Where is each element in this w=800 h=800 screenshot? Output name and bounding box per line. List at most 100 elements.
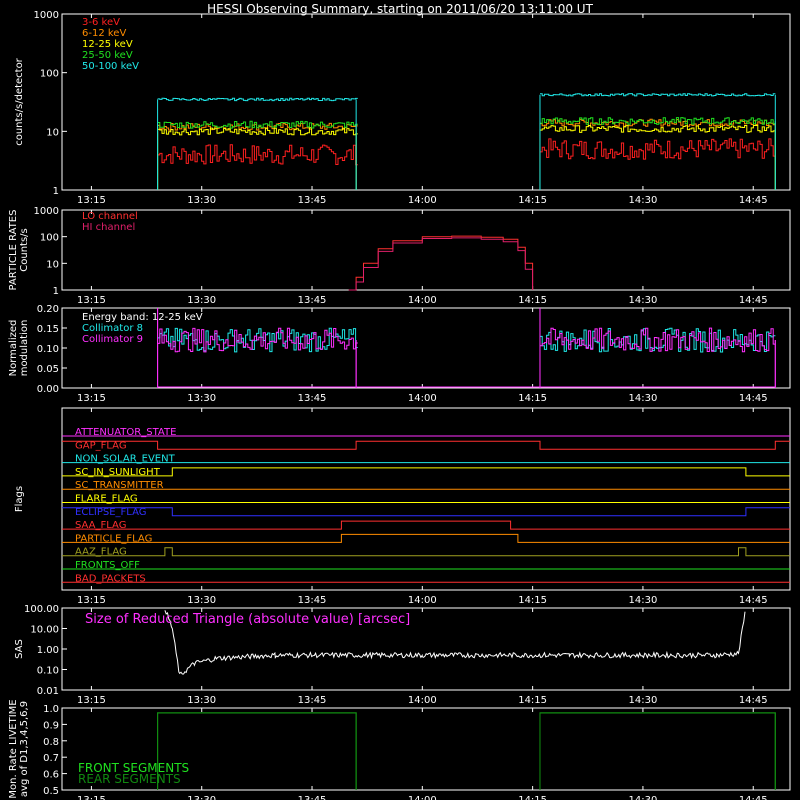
flag-label: GAP_FLAG	[75, 440, 127, 451]
flag-label: ECLIPSE_FLAG	[75, 507, 146, 518]
y-tick-label: 100	[40, 233, 59, 244]
panel-sas: 13:15 13:30 13:45 14:00 14:15 14:30 14:45 0.01 0…	[14, 604, 791, 706]
legend-entry: 6-12 keV	[82, 28, 126, 39]
x-tick-label: 14:45	[739, 295, 768, 306]
y-tick-label: 1.00	[37, 645, 59, 656]
x-tick-label: 13:15	[77, 795, 106, 800]
x-tick-label: 13:30	[187, 393, 216, 404]
x-tick-label: 14:30	[629, 595, 658, 606]
series-1-line	[157, 712, 357, 790]
y-tick-label: 0.20	[37, 304, 59, 315]
flag-8-line	[62, 533, 790, 543]
series-0-line	[157, 712, 357, 790]
y-axis-label: SAS	[14, 639, 25, 659]
x-tick-label: 13:15	[77, 595, 106, 606]
series-0-line	[157, 144, 358, 166]
y-tick-label: 10	[46, 127, 59, 138]
x-tick-label: 13:30	[187, 795, 216, 800]
flag-label: SAA_FLAG	[75, 520, 126, 531]
x-tick-label: 13:45	[298, 295, 327, 306]
series-4-line	[157, 97, 358, 102]
y-tick-label: 0.15	[37, 324, 59, 335]
series-4-line	[540, 93, 776, 97]
legend-entry: LO channel	[82, 211, 138, 222]
legend-entry: 3-6 keV	[82, 17, 120, 28]
legend-entry: 25-50 keV	[82, 50, 133, 61]
panel-livetime: 13:15 13:30 13:45 14:00 14:15 14:30 14:45 0.5 0.…	[8, 699, 791, 800]
y-tick-label: 0.6	[43, 770, 59, 781]
legend-entry: HI channel	[82, 222, 135, 233]
panel-particle_rates: 13:15 13:30 13:45 14:00 14:15 14:30 14:45 1 10 10…	[8, 206, 791, 306]
y-tick-label: 100	[40, 69, 59, 80]
x-tick-label: 14:15	[518, 295, 547, 306]
y-tick-label: 1000	[34, 206, 59, 217]
legend-entry: 12-25 keV	[82, 39, 133, 50]
y-tick-label: 0.10	[37, 344, 59, 355]
y-axis-label: Normalizedmodulation	[8, 320, 30, 377]
x-tick-label: 14:00	[408, 695, 437, 706]
legend-entry: 50-100 keV	[82, 61, 139, 72]
x-tick-label: 14:15	[518, 393, 547, 404]
panel-modulation: 13:15 13:30 13:45 14:00 14:15 14:30 14:45 0.00 0…	[8, 304, 791, 404]
flag-label: FLARE_FLAG	[75, 494, 138, 505]
y-tick-label: 0.05	[37, 364, 59, 375]
flag-label: SC_TRANSMITTER	[75, 480, 164, 491]
y-axis-label: counts/s/detector	[14, 57, 25, 145]
x-tick-label: 14:00	[408, 295, 437, 306]
y-tick-label: 0.5	[43, 786, 59, 797]
series-1-line	[157, 327, 358, 353]
x-tick-label: 14:30	[629, 393, 658, 404]
x-tick-label: 13:30	[187, 195, 216, 206]
y-axis-label: PARTICLE RATESCounts/s	[8, 210, 30, 291]
panels-group: 13:15 13:30 13:45 14:00 14:15 14:30 14:4511010…	[8, 10, 791, 800]
x-tick-label: 13:15	[77, 195, 106, 206]
y-axis-label: Mon. Rate LIVETIMEavg of D1,3,4,5,6,9	[8, 699, 30, 798]
x-tick-label: 14:00	[408, 595, 437, 606]
y-tick-label: 0.7	[43, 753, 59, 764]
x-tick-label: 13:45	[298, 595, 327, 606]
y-axis-label: Flags	[14, 486, 25, 512]
flag-label: SC_IN_SUNLIGHT	[75, 467, 161, 478]
annotation: Energy band: 12-25 keV	[82, 312, 203, 323]
y-tick-label: 10	[46, 259, 59, 270]
series-1-line	[348, 237, 534, 291]
x-tick-label: 14:45	[739, 393, 768, 404]
y-tick-label: 1	[53, 286, 59, 297]
x-tick-label: 14:45	[739, 795, 768, 800]
y-tick-label: 0.00	[37, 384, 59, 395]
y-tick-label: 0.8	[43, 737, 59, 748]
y-tick-label: 1	[53, 186, 59, 197]
flag-3-line	[62, 467, 790, 477]
flag-7-line	[62, 520, 790, 530]
y-tick-label: 1.0	[43, 704, 59, 715]
flag-label: NON_SOLAR_EVENT	[75, 454, 176, 465]
flag-label: ATTENUATOR_STATE	[75, 427, 176, 438]
x-tick-label: 13:15	[77, 295, 106, 306]
x-tick-label: 14:00	[408, 195, 437, 206]
x-tick-label: 13:15	[77, 695, 106, 706]
x-tick-label: 14:30	[629, 195, 658, 206]
x-tick-label: 14:30	[629, 695, 658, 706]
x-tick-label: 14:45	[739, 195, 768, 206]
x-tick-label: 13:45	[298, 695, 327, 706]
x-tick-label: 13:30	[187, 595, 216, 606]
x-tick-label: 14:00	[408, 795, 437, 800]
hessi-summary-chart: HESSI Observing Summary, starting on 201…	[8, 2, 791, 800]
series-2-line	[157, 127, 358, 136]
legend-entry: REAR SEGMENTS	[78, 772, 181, 786]
legend-entry: Collimator 8	[82, 323, 143, 334]
y-tick-label: 10.00	[30, 625, 59, 636]
x-tick-label: 14:15	[518, 595, 547, 606]
x-tick-label: 13:45	[298, 795, 327, 800]
x-tick-label: 14:15	[518, 695, 547, 706]
series-2-line	[540, 124, 776, 133]
panel-count_rates: 13:15 13:30 13:45 14:00 14:15 14:30 14:45 1 10 10…	[14, 10, 791, 206]
x-tick-label: 14:15	[518, 195, 547, 206]
x-tick-label: 14:30	[629, 795, 658, 800]
flag-label: FRONTS_OFF	[75, 560, 140, 571]
series-0-line	[348, 235, 534, 291]
x-tick-label: 13:30	[187, 295, 216, 306]
x-tick-label: 14:30	[629, 295, 658, 306]
x-tick-label: 13:30	[187, 695, 216, 706]
x-tick-label: 13:45	[298, 195, 327, 206]
